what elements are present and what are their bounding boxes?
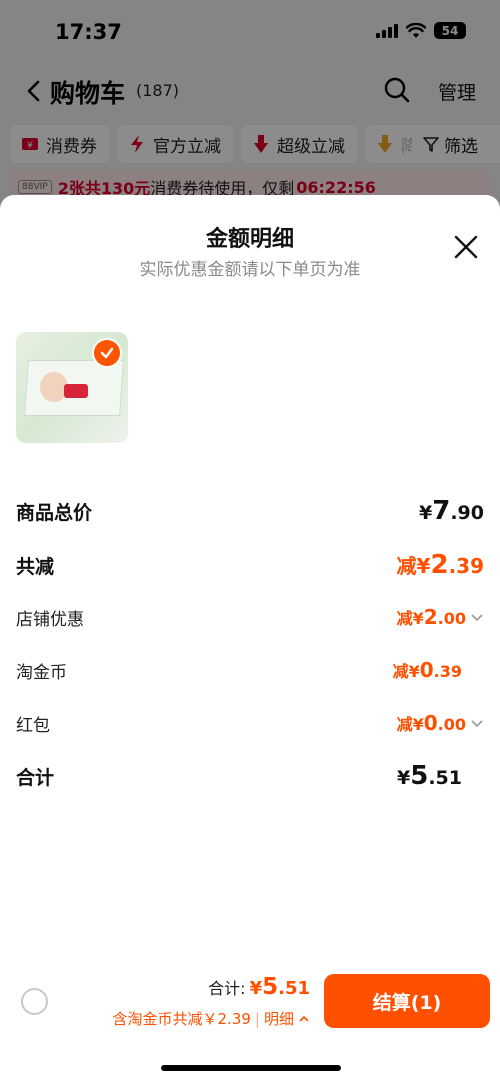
product-brand-logo	[64, 384, 88, 398]
row-total-discount: 共减 减¥2.39	[16, 545, 484, 585]
coin-discount-line[interactable]: 含淘金币共减￥2.39 | 明细	[113, 1008, 310, 1029]
row-label: 合计	[16, 766, 55, 789]
row-value: 减¥0.39	[392, 658, 462, 682]
total-label: 合计:	[208, 979, 246, 998]
close-icon[interactable]	[452, 233, 480, 261]
row-red-packet[interactable]: 红包 减¥0.00	[16, 703, 484, 743]
row-label: 商品总价	[16, 501, 93, 524]
selected-check-icon[interactable]	[92, 338, 122, 368]
row-value: 减¥2.39	[396, 550, 484, 580]
row-value: ¥5.51	[397, 761, 462, 791]
row-taojinbi: 淘金币 减¥0.39	[16, 650, 484, 690]
divider: |	[254, 1009, 260, 1028]
amount-detail-sheet: 金额明细 实际优惠金额请以下单页为准 商品总价 ¥7.90 共减 减¥2.39 …	[0, 195, 500, 1082]
row-value: 减¥2.00	[397, 605, 484, 629]
select-all-checkbox[interactable]	[21, 988, 48, 1015]
product-thumbnail[interactable]	[16, 332, 128, 443]
row-label: 红包	[16, 715, 50, 736]
row-label: 淘金币	[16, 662, 67, 683]
total-line: 合计: ¥5.51	[208, 974, 310, 1000]
coin-discount-text: 含淘金币共减￥2.39	[112, 1010, 251, 1028]
sheet-subtitle: 实际优惠金额请以下单页为准	[139, 260, 361, 280]
total-amount: ¥5.51	[249, 974, 310, 1000]
row-label: 共减	[16, 555, 55, 578]
chevron-down-icon	[471, 720, 483, 728]
row-sum: 合计 ¥5.51	[16, 756, 484, 796]
row-label: 店铺优惠	[16, 609, 84, 630]
checkout-button[interactable]: 结算(1)	[324, 974, 490, 1028]
chevron-up-icon	[299, 1015, 309, 1022]
checkout-bar: 合计: ¥5.51 含淘金币共减￥2.39 | 明细 结算(1)	[0, 972, 500, 1034]
row-shop-discount[interactable]: 店铺优惠 减¥2.00	[16, 597, 484, 637]
sheet-title: 金额明细	[205, 227, 294, 252]
row-value: 减¥0.00	[397, 711, 484, 735]
row-total-price: 商品总价 ¥7.90	[16, 491, 484, 531]
chevron-down-icon	[471, 614, 483, 622]
home-indicator	[161, 1065, 341, 1071]
row-value: ¥7.90	[419, 496, 484, 526]
detail-link[interactable]: 明细	[264, 1008, 294, 1029]
